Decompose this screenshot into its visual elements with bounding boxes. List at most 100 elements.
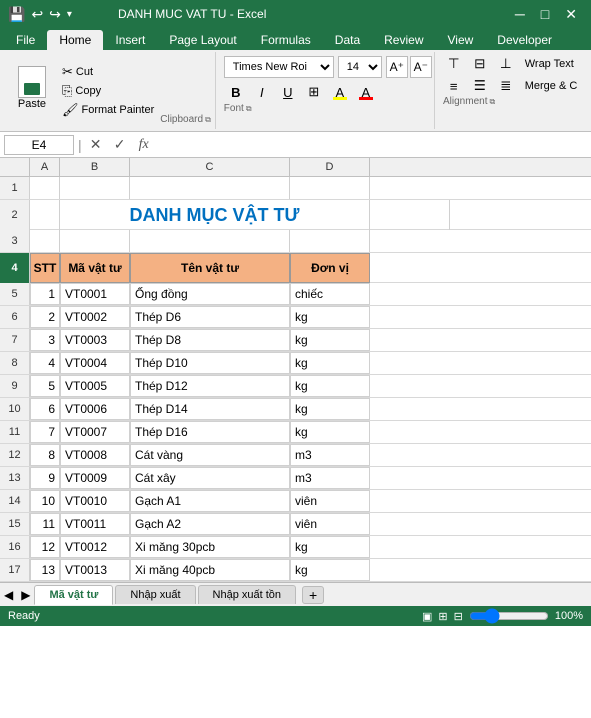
align-right-button[interactable]: ≣ — [494, 76, 518, 96]
scroll-tabs-right[interactable]: ▶ — [21, 588, 30, 602]
cell-b8[interactable]: VT0004 — [60, 352, 130, 374]
close-button[interactable]: ✕ — [559, 6, 583, 23]
cell-d3[interactable] — [290, 230, 370, 252]
scroll-tabs-left[interactable]: ◀ — [4, 588, 13, 602]
cell-c7[interactable]: Thép D8 — [130, 329, 290, 351]
redo-icon[interactable]: ↪ — [49, 6, 61, 23]
tab-data[interactable]: Data — [323, 30, 372, 50]
quick-access-more[interactable]: ▾ — [67, 9, 72, 20]
font-color-button[interactable]: A — [354, 81, 378, 103]
cell-a7[interactable]: 3 — [30, 329, 60, 351]
cell-d15[interactable]: viên — [290, 513, 370, 535]
cell-c11[interactable]: Thép D16 — [130, 421, 290, 443]
cell-d7[interactable]: kg — [290, 329, 370, 351]
cell-b12[interactable]: VT0008 — [60, 444, 130, 466]
cell-a3[interactable] — [30, 230, 60, 252]
cell-d14[interactable]: viên — [290, 490, 370, 512]
tab-insert[interactable]: Insert — [103, 30, 157, 50]
cell-c8[interactable]: Thép D10 — [130, 352, 290, 374]
decrease-font-button[interactable]: A⁻ — [410, 56, 432, 78]
italic-button[interactable]: I — [250, 81, 274, 103]
cell-a14[interactable]: 10 — [30, 490, 60, 512]
tab-formulas[interactable]: Formulas — [249, 30, 323, 50]
cell-b9[interactable]: VT0005 — [60, 375, 130, 397]
cell-d17[interactable]: kg — [290, 559, 370, 581]
wrap-text-button[interactable]: Wrap Text — [520, 54, 579, 74]
cell-c9[interactable]: Thép D12 — [130, 375, 290, 397]
cell-reference[interactable]: E4 — [4, 135, 74, 155]
cell-b17[interactable]: VT0013 — [60, 559, 130, 581]
increase-font-button[interactable]: A⁺ — [386, 56, 408, 78]
underline-button[interactable]: U — [276, 81, 300, 103]
tab-view[interactable]: View — [436, 30, 486, 50]
format-painter-button[interactable]: 🖌 Format Painter — [60, 101, 156, 119]
col-header-b[interactable]: B — [60, 158, 130, 176]
cell-d6[interactable]: kg — [290, 306, 370, 328]
font-expand-icon[interactable]: ⧉ — [246, 104, 252, 114]
cell-a2[interactable] — [30, 200, 60, 230]
cell-b3[interactable] — [60, 230, 130, 252]
alignment-expand-icon[interactable]: ⧉ — [489, 97, 495, 107]
cell-d10[interactable]: kg — [290, 398, 370, 420]
merge-button[interactable]: Merge & C — [520, 76, 583, 96]
cell-c1[interactable] — [130, 177, 290, 199]
cell-c17[interactable]: Xi măng 40pcb — [130, 559, 290, 581]
cell-a5[interactable]: 1 — [30, 283, 60, 305]
cell-a12[interactable]: 8 — [30, 444, 60, 466]
cell-a17[interactable]: 13 — [30, 559, 60, 581]
cell-b6[interactable]: VT0002 — [60, 306, 130, 328]
cell-b5[interactable]: VT0001 — [60, 283, 130, 305]
cut-button[interactable]: ✂ Cut — [60, 63, 156, 81]
title-merged-cell[interactable]: DANH MỤC VẬT TƯ — [60, 200, 370, 230]
cell-d8[interactable]: kg — [290, 352, 370, 374]
cell-d5[interactable]: chiếc — [290, 283, 370, 305]
align-left-button[interactable]: ≡ — [442, 76, 466, 96]
cell-d13[interactable]: m3 — [290, 467, 370, 489]
cell-c14[interactable]: Gạch A1 — [130, 490, 290, 512]
tab-review[interactable]: Review — [372, 30, 435, 50]
maximize-button[interactable]: □ — [535, 6, 555, 23]
paste-button[interactable]: Paste — [8, 54, 56, 127]
align-middle-button[interactable]: ⊟ — [468, 54, 492, 74]
sheet-tab-ma-vat-tu[interactable]: Mã vật tư — [34, 585, 113, 605]
cell-a10[interactable]: 6 — [30, 398, 60, 420]
sheet-tab-nhap-xuat-ton[interactable]: Nhập xuất tồn — [198, 585, 297, 604]
header-ma-vat-tu[interactable]: Mã vật tư — [60, 253, 130, 283]
cell-a16[interactable]: 12 — [30, 536, 60, 558]
cell-c10[interactable]: Thép D14 — [130, 398, 290, 420]
cancel-formula-icon[interactable]: ✕ — [86, 135, 106, 155]
align-center-button[interactable]: ☰ — [468, 76, 492, 96]
confirm-formula-icon[interactable]: ✓ — [110, 135, 130, 155]
minimize-button[interactable]: ─ — [509, 6, 531, 23]
col-header-c[interactable]: C — [130, 158, 290, 176]
cell-a8[interactable]: 4 — [30, 352, 60, 374]
cell-d2[interactable] — [370, 200, 450, 230]
undo-icon[interactable]: ↩ — [31, 6, 43, 23]
cell-c15[interactable]: Gạch A2 — [130, 513, 290, 535]
bold-button[interactable]: B — [224, 81, 248, 103]
save-icon[interactable]: 💾 — [8, 6, 25, 23]
cell-c6[interactable]: Thép D6 — [130, 306, 290, 328]
header-don-vi[interactable]: Đơn vị — [290, 253, 370, 283]
cell-c12[interactable]: Cát vàng — [130, 444, 290, 466]
cell-c5[interactable]: Ống đồng — [130, 283, 290, 305]
cell-b11[interactable]: VT0007 — [60, 421, 130, 443]
align-bottom-button[interactable]: ⊥ — [494, 54, 518, 74]
cell-c16[interactable]: Xi măng 30pcb — [130, 536, 290, 558]
fill-color-button[interactable]: A — [328, 81, 352, 103]
border-button[interactable]: ⊞ — [302, 81, 326, 103]
cell-b13[interactable]: VT0009 — [60, 467, 130, 489]
cell-a9[interactable]: 5 — [30, 375, 60, 397]
cell-b15[interactable]: VT0011 — [60, 513, 130, 535]
cell-d9[interactable]: kg — [290, 375, 370, 397]
align-top-button[interactable]: ⊤ — [442, 54, 466, 74]
cell-a11[interactable]: 7 — [30, 421, 60, 443]
cell-b14[interactable]: VT0010 — [60, 490, 130, 512]
tab-developer[interactable]: Developer — [485, 30, 564, 50]
cell-a15[interactable]: 11 — [30, 513, 60, 535]
view-normal[interactable]: ▣ — [422, 610, 432, 623]
cell-c13[interactable]: Cát xây — [130, 467, 290, 489]
sheet-tab-nhap-xuat[interactable]: Nhập xuất — [115, 585, 195, 604]
header-ten-vat-tu[interactable]: Tên vật tư — [130, 253, 290, 283]
font-name-select[interactable]: Times New Roi — [224, 56, 334, 78]
